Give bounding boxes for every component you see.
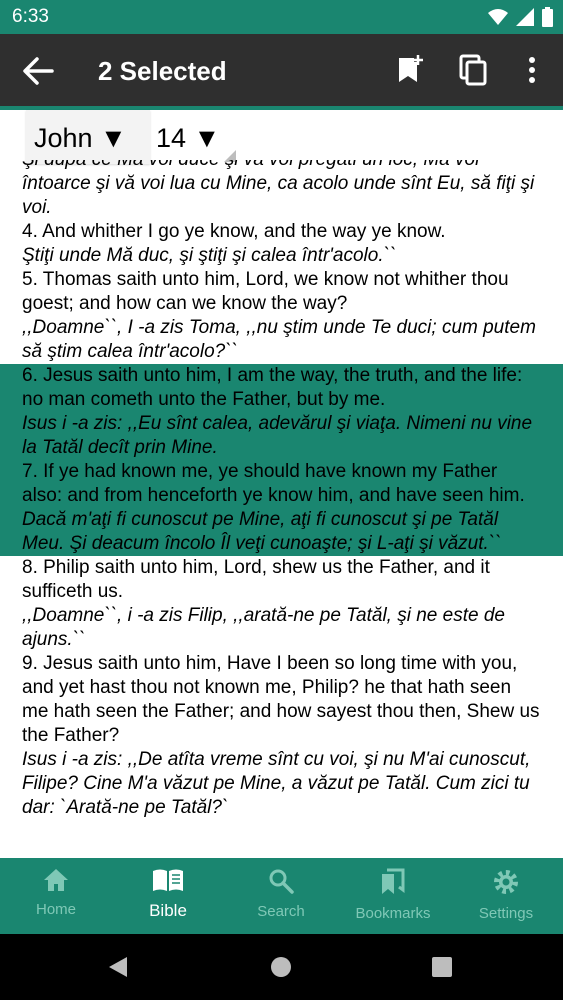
system-navigation-bar (0, 934, 563, 1000)
nav-item-home[interactable]: Home (0, 868, 112, 934)
verse-item[interactable]: Şi după ce Mă voi duce şi vă voi pregăti… (0, 160, 563, 220)
verse-english-text: 8. Philip saith unto him, Lord, shew us … (22, 557, 490, 602)
home-icon (44, 869, 68, 891)
verse-item-selected[interactable]: 6. Jesus saith unto him, I am the way, t… (0, 364, 563, 460)
verse-list[interactable]: Şi după ce Mă voi duce şi vă voi pregăti… (0, 160, 563, 858)
bookmarks-icon (382, 868, 405, 894)
bottom-navigation: Home Bible Search Bookmarks Settings (0, 858, 563, 934)
verse-english-text: 6. Jesus saith unto him, I am the way, t… (22, 365, 523, 410)
verse-romanian-text: Ştiţi unde Mă duc, şi ştiţi şi calea înt… (22, 245, 397, 266)
nav-item-bible[interactable]: Bible (112, 868, 224, 934)
nav-label-settings: Settings (478, 905, 534, 922)
verse-item[interactable]: 5. Thomas saith unto him, Lord, we know … (0, 268, 563, 364)
app-bar: 2 Selected (0, 34, 563, 106)
back-triangle-icon[interactable] (107, 955, 129, 979)
wifi-icon (488, 9, 508, 25)
nav-label-bookmarks: Bookmarks (355, 905, 431, 922)
copy-icon[interactable] (458, 54, 490, 86)
verse-romanian-text: ,,Doamne``, i -a zis Filip, ,,arată-ne p… (22, 605, 505, 650)
verse-romanian-text: Isus i -a zis: ,,De atîta vreme sînt cu … (22, 749, 531, 818)
nav-label-home: Home (35, 901, 76, 918)
chapter-dropdown[interactable]: 14 ▼ (150, 114, 236, 162)
verse-romanian-text: Dacă m'aţi fi cunoscut pe Mine, aţi fi c… (22, 509, 502, 554)
verse-item[interactable]: 9. Jesus saith unto him, Have I been so … (0, 652, 563, 820)
verse-item[interactable]: 8. Philip saith unto him, Lord, shew us … (0, 556, 563, 652)
nav-item-settings[interactable]: Settings (450, 868, 562, 934)
verse-item[interactable]: 4. And whither I go ye know, and the way… (0, 220, 563, 268)
nav-label-search: Search (257, 903, 305, 920)
search-icon (269, 869, 294, 894)
settings-icon (494, 870, 518, 894)
add-bookmark-icon[interactable] (396, 54, 424, 86)
verse-romanian-text: Şi după ce Mă voi duce şi vă voi pregăti… (22, 160, 535, 218)
nav-item-bookmarks[interactable]: Bookmarks (337, 868, 449, 934)
verse-english-text: 4. And whither I go ye know, and the way… (22, 221, 446, 242)
verse-english-text: 9. Jesus saith unto him, Have I been so … (22, 653, 540, 746)
chapter-dropdown-label: 14 ▼ (156, 123, 221, 153)
more-options-icon[interactable] (520, 54, 544, 86)
status-bar: 6:33 (0, 0, 563, 34)
verse-english-text: 7. If ye had known me, ye should have kn… (22, 461, 525, 506)
verse-romanian-text: Isus i -a zis: ,,Eu sînt calea, adevărul… (22, 413, 533, 458)
recents-square-icon[interactable] (432, 957, 452, 977)
book-dropdown[interactable]: John ▼ (26, 110, 150, 164)
verse-item-selected[interactable]: 7. If ye had known me, ye should have kn… (0, 460, 563, 556)
verse-english-text: 5. Thomas saith unto him, Lord, we know … (22, 269, 509, 314)
verse-romanian-text: ,,Doamne``, I -a zis Toma, ,,nu ştim und… (22, 317, 536, 362)
back-arrow-icon[interactable] (22, 56, 54, 86)
status-icons (488, 7, 553, 27)
selection-title: 2 Selected (98, 56, 227, 86)
battery-icon (542, 7, 553, 27)
home-circle-icon[interactable] (270, 956, 292, 978)
verses-container: Şi după ce Mă voi duce şi vă voi pregăti… (0, 160, 563, 820)
nav-item-search[interactable]: Search (225, 868, 337, 934)
signal-icon (516, 8, 534, 26)
status-time: 6:33 (12, 6, 49, 27)
nav-label-bible: Bible (149, 901, 187, 920)
book-icon (153, 869, 183, 891)
